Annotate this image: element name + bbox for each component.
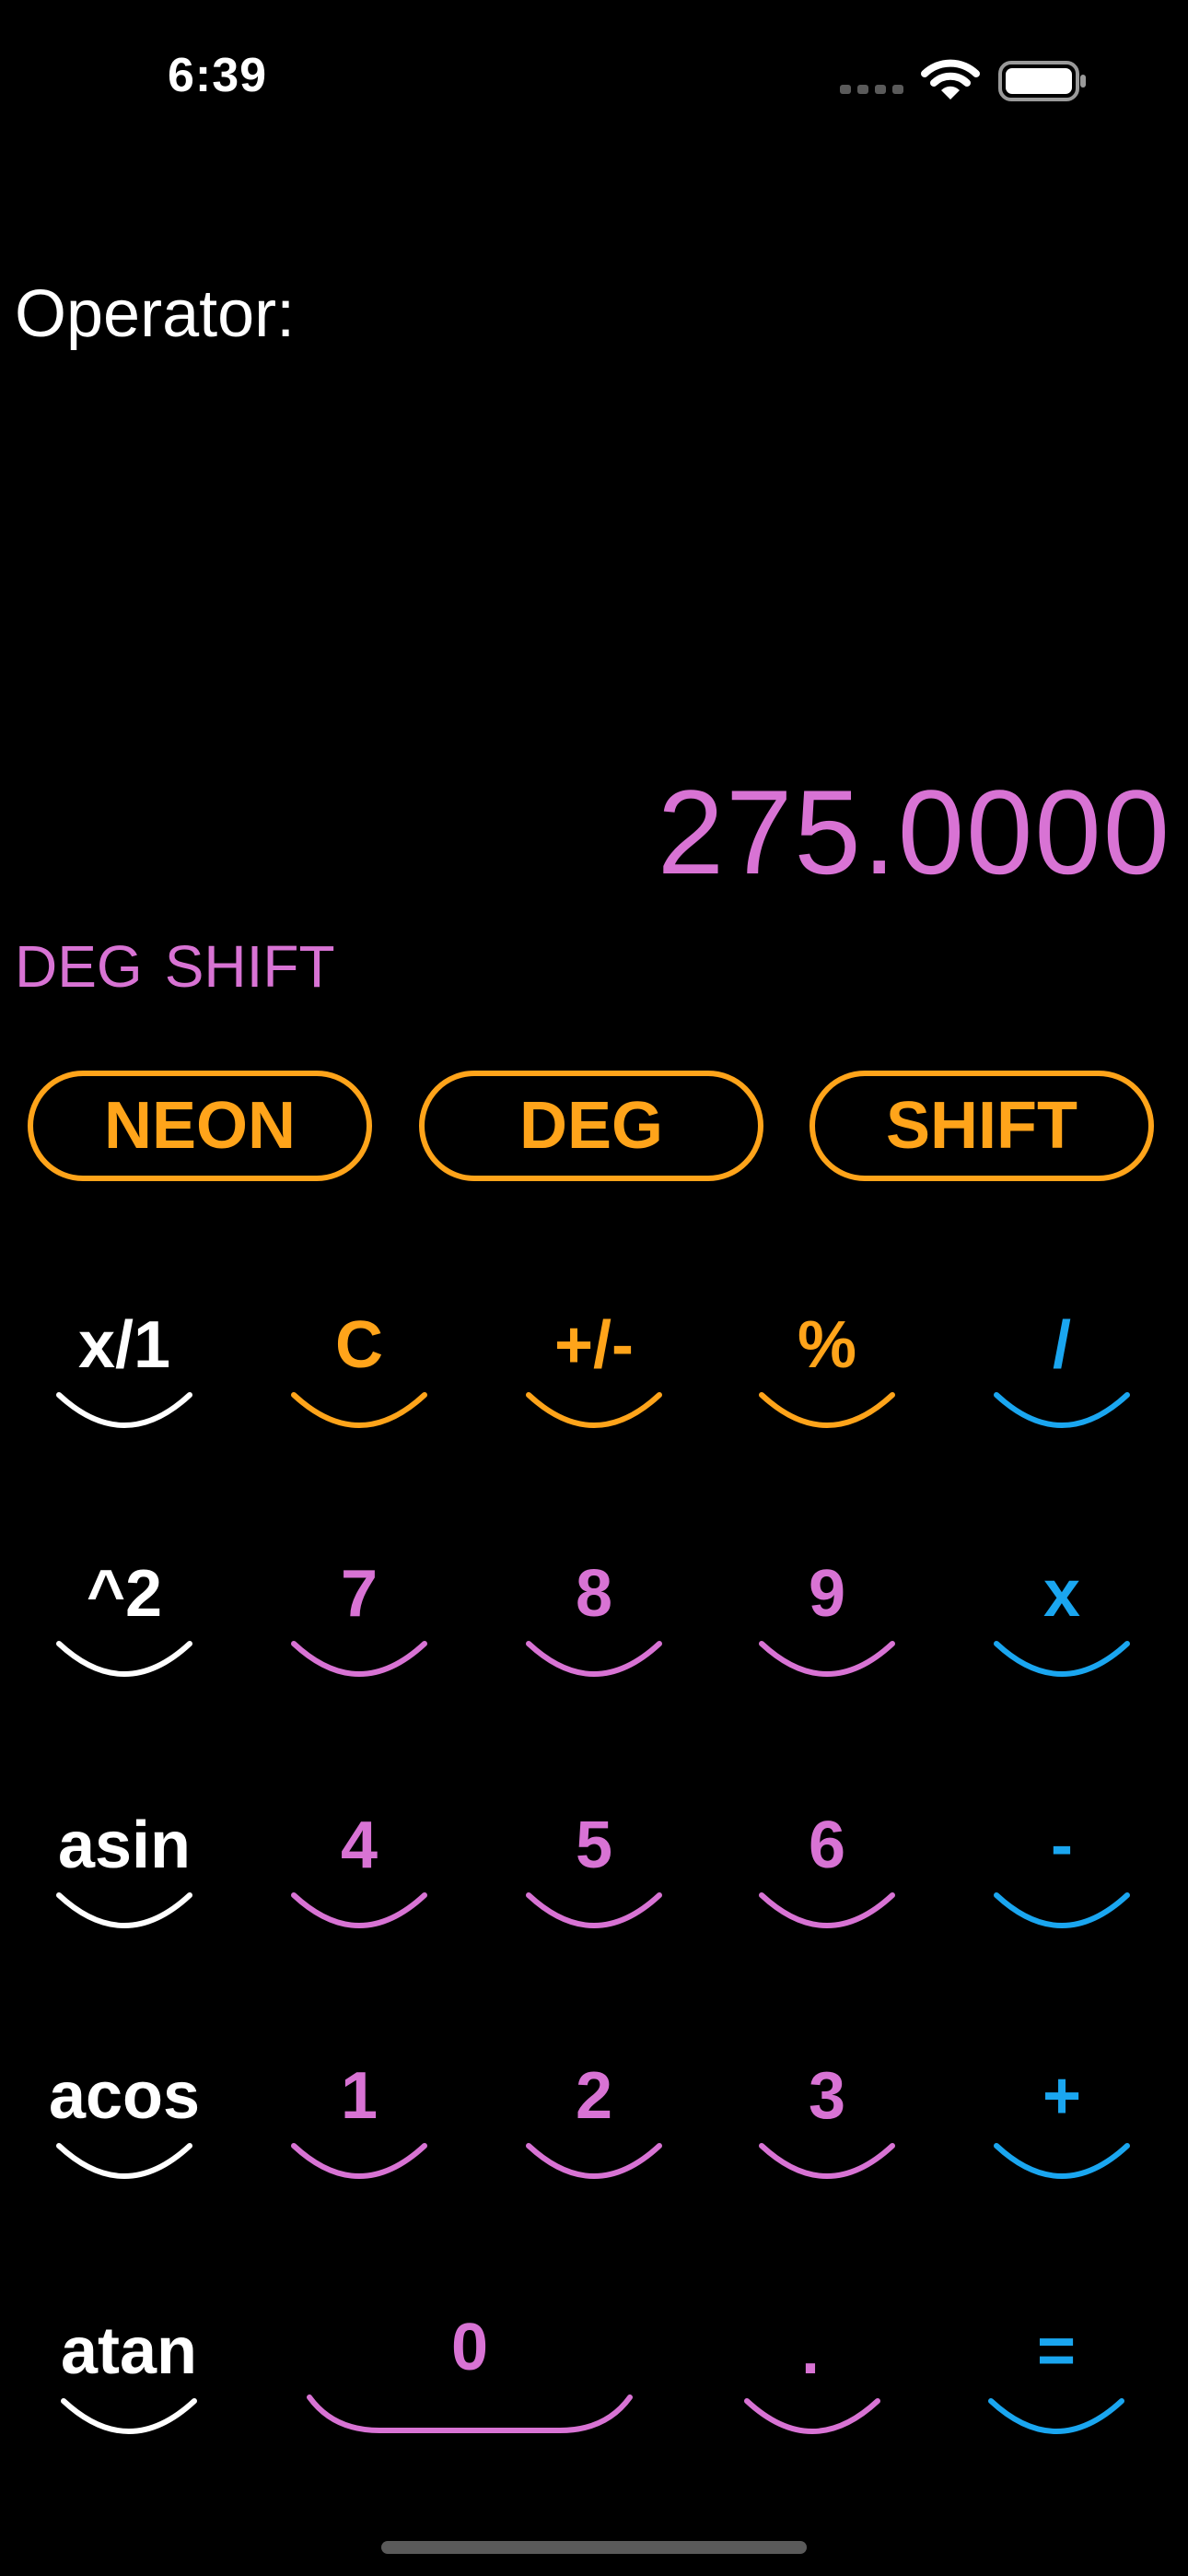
key-arc: [56, 1392, 192, 1428]
key-label: x/1: [77, 1308, 171, 1382]
neon-button[interactable]: NEON: [28, 1071, 372, 1181]
equals-key[interactable]: =: [964, 2305, 1148, 2471]
mode-indicator-shift: SHIFT: [164, 933, 335, 1000]
key-label: -: [1051, 1809, 1073, 1882]
key-label: asin: [57, 1809, 192, 1882]
digit-6-key[interactable]: 6: [735, 1799, 919, 1965]
acos-key[interactable]: acos: [32, 2050, 216, 2216]
key-label: =: [1036, 2314, 1077, 2388]
mode-indicators: DEG SHIFT: [15, 932, 357, 1001]
digit-9-key[interactable]: 9: [735, 1548, 919, 1714]
digit-8-key[interactable]: 8: [502, 1548, 686, 1714]
decimal-point-key[interactable]: .: [718, 2305, 903, 2471]
key-label: 7: [340, 1557, 379, 1631]
key-label: .: [800, 2314, 820, 2388]
key-arc: [526, 1641, 662, 1677]
clear-key[interactable]: C: [267, 1299, 451, 1465]
key-label: atan: [60, 2314, 198, 2388]
digit-2-key[interactable]: 2: [502, 2050, 686, 2216]
key-label: /: [1052, 1308, 1071, 1382]
key-arc: [291, 1641, 427, 1677]
key-label: +/-: [553, 1308, 635, 1382]
key-arc: [291, 1892, 427, 1928]
key-arc: [994, 1392, 1130, 1428]
key-arc: [56, 1641, 192, 1677]
key-arc: [526, 1392, 662, 1428]
key-arc: [994, 1892, 1130, 1928]
key-arc: [988, 2398, 1124, 2434]
square-key[interactable]: ^2: [32, 1548, 216, 1714]
home-indicator[interactable]: [381, 2541, 807, 2554]
key-arc: [56, 2143, 192, 2179]
reciprocal-key[interactable]: x/1: [32, 1299, 216, 1465]
mode-indicator-deg: DEG: [15, 933, 143, 1000]
digit-1-key[interactable]: 1: [267, 2050, 451, 2216]
digit-3-key[interactable]: 3: [735, 2050, 919, 2216]
key-label: 6: [808, 1809, 846, 1882]
sign-toggle-key[interactable]: +/-: [502, 1299, 686, 1465]
key-arc: [759, 1641, 895, 1677]
key-label: ^2: [86, 1557, 163, 1631]
digit-0-key[interactable]: 0: [295, 2301, 645, 2467]
multiply-key[interactable]: x: [970, 1548, 1154, 1714]
key-arc: [291, 1392, 427, 1428]
key-label: 2: [575, 2059, 613, 2133]
key-label: 3: [808, 2059, 846, 2133]
shift-button[interactable]: SHIFT: [809, 1071, 1154, 1181]
key-arc: [291, 2143, 427, 2179]
key-label: 0: [450, 2311, 489, 2384]
battery-icon: [998, 61, 1086, 101]
digit-7-key[interactable]: 7: [267, 1548, 451, 1714]
digit-4-key[interactable]: 4: [267, 1799, 451, 1965]
key-arc: [994, 1641, 1130, 1677]
key-label: x: [1042, 1557, 1081, 1631]
key-arc: [307, 2395, 633, 2433]
key-label: 1: [340, 2059, 379, 2133]
key-label: 9: [808, 1557, 846, 1631]
key-label: C: [335, 1308, 383, 1382]
percent-key[interactable]: %: [735, 1299, 919, 1465]
deg-button[interactable]: DEG: [419, 1071, 763, 1181]
display-value: 275.0000: [657, 765, 1171, 899]
key-label: 5: [575, 1809, 613, 1882]
cellular-dots-icon: [840, 85, 903, 94]
key-arc: [526, 2143, 662, 2179]
key-arc: [759, 2143, 895, 2179]
divide-key[interactable]: /: [970, 1299, 1154, 1465]
key-label: acos: [48, 2059, 201, 2133]
subtract-key[interactable]: -: [970, 1799, 1154, 1965]
key-arc: [61, 2398, 197, 2434]
status-time: 6:39: [168, 49, 268, 102]
key-label: 4: [340, 1809, 379, 1882]
asin-key[interactable]: asin: [32, 1799, 216, 1965]
digit-5-key[interactable]: 5: [502, 1799, 686, 1965]
wifi-icon: [921, 59, 980, 100]
key-arc: [744, 2398, 880, 2434]
operator-label: Operator:: [15, 277, 296, 351]
atan-key[interactable]: atan: [37, 2305, 221, 2471]
key-arc: [56, 1892, 192, 1928]
key-arc: [759, 1392, 895, 1428]
key-label: +: [1042, 2059, 1082, 2133]
key-arc: [994, 2143, 1130, 2179]
key-label: %: [797, 1308, 857, 1382]
key-arc: [526, 1892, 662, 1928]
key-label: 8: [575, 1557, 613, 1631]
add-key[interactable]: +: [970, 2050, 1154, 2216]
key-arc: [759, 1892, 895, 1928]
